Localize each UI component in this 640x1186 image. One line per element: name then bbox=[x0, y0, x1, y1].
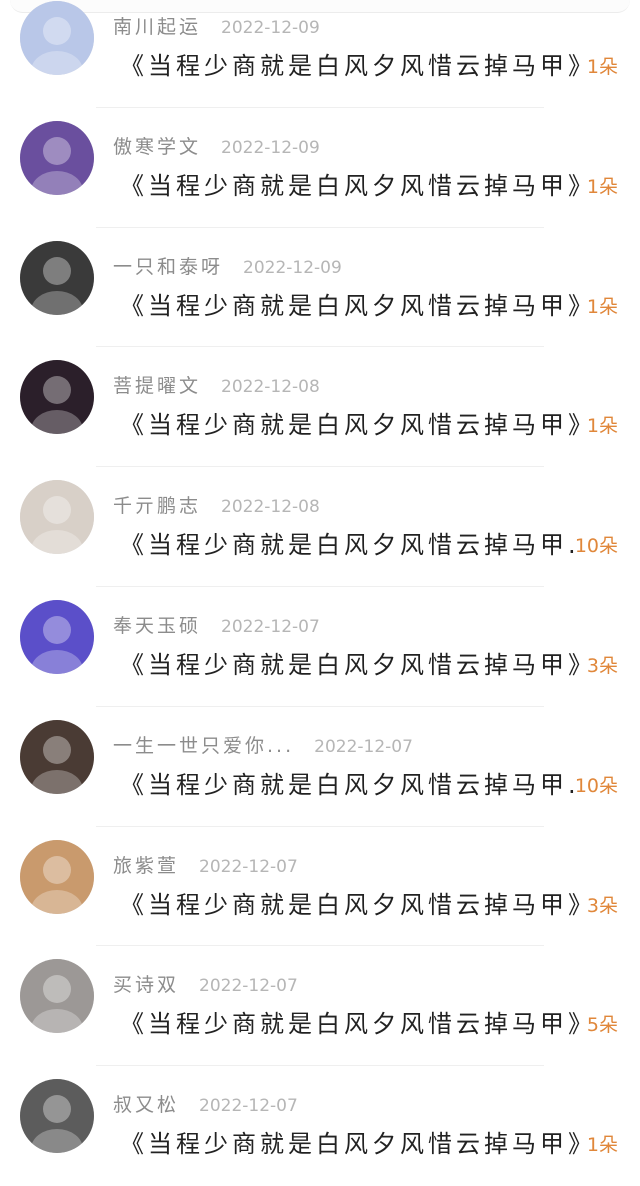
record-meta: 南川起运 2022-12-09 bbox=[113, 12, 320, 38]
flower-count: 3朵 bbox=[586, 654, 618, 677]
user-avatar[interactable] bbox=[20, 240, 94, 315]
gift-record-row[interactable]: 奉天玉硕 2022-12-07 《当程少商就是白风夕风惜云掉马甲》 3朵 bbox=[0, 587, 640, 707]
gift-book-title: 《当程少商就是白风夕风惜云掉马甲》 bbox=[120, 171, 580, 200]
user-avatar[interactable] bbox=[20, 839, 94, 914]
record-meta: 一生一世只爱你... 2022-12-07 bbox=[113, 731, 413, 757]
flower-count: 1朵 bbox=[586, 415, 618, 438]
flower-count: 10朵 bbox=[574, 535, 618, 558]
record-date: 2022-12-09 bbox=[243, 257, 342, 278]
flower-count: 1朵 bbox=[586, 175, 618, 198]
user-avatar[interactable] bbox=[20, 719, 94, 794]
gift-record-row[interactable]: 旅紫萱 2022-12-07 《当程少商就是白风夕风惜云掉马甲》 3朵 bbox=[0, 827, 640, 947]
gift-book-title: 《当程少商就是白风夕风惜云掉马甲... bbox=[120, 531, 580, 560]
username: 千亓鹏志 bbox=[113, 495, 202, 518]
user-avatar[interactable] bbox=[20, 1, 94, 75]
user-avatar[interactable] bbox=[20, 120, 94, 195]
gift-book-title: 《当程少商就是白风夕风惜云掉马甲》 bbox=[120, 890, 580, 919]
username: 叔又松 bbox=[113, 1094, 180, 1117]
record-date: 2022-12-08 bbox=[221, 377, 320, 398]
record-date: 2022-12-08 bbox=[221, 497, 320, 518]
record-date: 2022-12-09 bbox=[221, 137, 320, 158]
gift-book-title: 《当程少商就是白风夕风惜云掉马甲》 bbox=[120, 52, 580, 80]
gift-book-title: 《当程少商就是白风夕风惜云掉马甲》 bbox=[120, 291, 580, 320]
gift-book-title: 《当程少商就是白风夕风惜云掉马甲》 bbox=[120, 650, 580, 679]
user-avatar[interactable] bbox=[20, 1079, 94, 1154]
record-meta: 旅紫萱 2022-12-07 bbox=[113, 851, 298, 877]
gift-record-row[interactable]: 菩提曜文 2022-12-08 《当程少商就是白风夕风惜云掉马甲》 1朵 bbox=[0, 347, 640, 468]
record-date: 2022-12-07 bbox=[199, 1096, 298, 1117]
username: 旅紫萱 bbox=[113, 854, 180, 877]
user-avatar[interactable] bbox=[20, 599, 94, 674]
gift-record-row[interactable]: 一只和泰呀 2022-12-09 《当程少商就是白风夕风惜云掉马甲》 1朵 bbox=[0, 228, 640, 348]
flower-count: 1朵 bbox=[586, 1134, 618, 1157]
username: 奉天玉硕 bbox=[113, 614, 202, 637]
record-meta: 一只和泰呀 2022-12-09 bbox=[113, 252, 342, 278]
gift-record-row[interactable]: 傲寒学文 2022-12-09 《当程少商就是白风夕风惜云掉马甲》 1朵 bbox=[0, 108, 640, 228]
username: 南川起运 bbox=[113, 16, 202, 38]
gift-record-row[interactable]: 千亓鹏志 2022-12-08 《当程少商就是白风夕风惜云掉马甲... 10朵 bbox=[0, 467, 640, 587]
record-meta: 叔又松 2022-12-07 bbox=[113, 1090, 298, 1116]
gift-record-list: 南川起运 2022-12-09 《当程少商就是白风夕风惜云掉马甲》 1朵 傲寒学文… bbox=[0, 0, 640, 1186]
record-date: 2022-12-07 bbox=[199, 976, 298, 997]
flower-count: 1朵 bbox=[586, 56, 618, 78]
record-date: 2022-12-07 bbox=[221, 616, 320, 637]
record-meta: 奉天玉硕 2022-12-07 bbox=[113, 611, 320, 637]
username: 一生一世只爱你... bbox=[113, 734, 295, 757]
gift-book-title: 《当程少商就是白风夕风惜云掉马甲》 bbox=[120, 1130, 580, 1159]
gift-record-row[interactable]: 买诗双 2022-12-07 《当程少商就是白风夕风惜云掉马甲》 5朵 bbox=[0, 946, 640, 1067]
flower-count: 3朵 bbox=[586, 894, 618, 917]
flower-count: 10朵 bbox=[574, 774, 618, 797]
user-avatar[interactable] bbox=[20, 959, 94, 1034]
gift-book-title: 《当程少商就是白风夕风惜云掉马甲》 bbox=[120, 1010, 580, 1039]
record-date: 2022-12-07 bbox=[314, 736, 413, 757]
username: 菩提曜文 bbox=[113, 375, 202, 398]
gift-record-row[interactable]: 南川起运 2022-12-09 《当程少商就是白风夕风惜云掉马甲》 1朵 bbox=[0, 0, 640, 108]
user-avatar[interactable] bbox=[20, 360, 94, 435]
record-meta: 傲寒学文 2022-12-09 bbox=[113, 132, 320, 158]
username: 一只和泰呀 bbox=[113, 255, 224, 278]
record-meta: 千亓鹏志 2022-12-08 bbox=[113, 491, 320, 517]
gift-record-row[interactable]: 一生一世只爱你... 2022-12-07 《当程少商就是白风夕风惜云掉马甲...… bbox=[0, 707, 640, 827]
username: 买诗双 bbox=[113, 974, 180, 997]
record-meta: 菩提曜文 2022-12-08 bbox=[113, 371, 320, 397]
record-meta: 买诗双 2022-12-07 bbox=[113, 970, 298, 996]
user-avatar[interactable] bbox=[20, 480, 94, 555]
gift-record-row[interactable]: 叔又松 2022-12-07 《当程少商就是白风夕风惜云掉马甲》 1朵 bbox=[0, 1066, 640, 1186]
gift-book-title: 《当程少商就是白风夕风惜云掉马甲》 bbox=[120, 411, 580, 440]
flower-count: 5朵 bbox=[586, 1014, 618, 1037]
gift-book-title: 《当程少商就是白风夕风惜云掉马甲... bbox=[120, 770, 580, 799]
username: 傲寒学文 bbox=[113, 135, 202, 158]
record-date: 2022-12-07 bbox=[199, 856, 298, 877]
record-date: 2022-12-09 bbox=[221, 18, 320, 38]
flower-count: 1朵 bbox=[586, 295, 618, 318]
